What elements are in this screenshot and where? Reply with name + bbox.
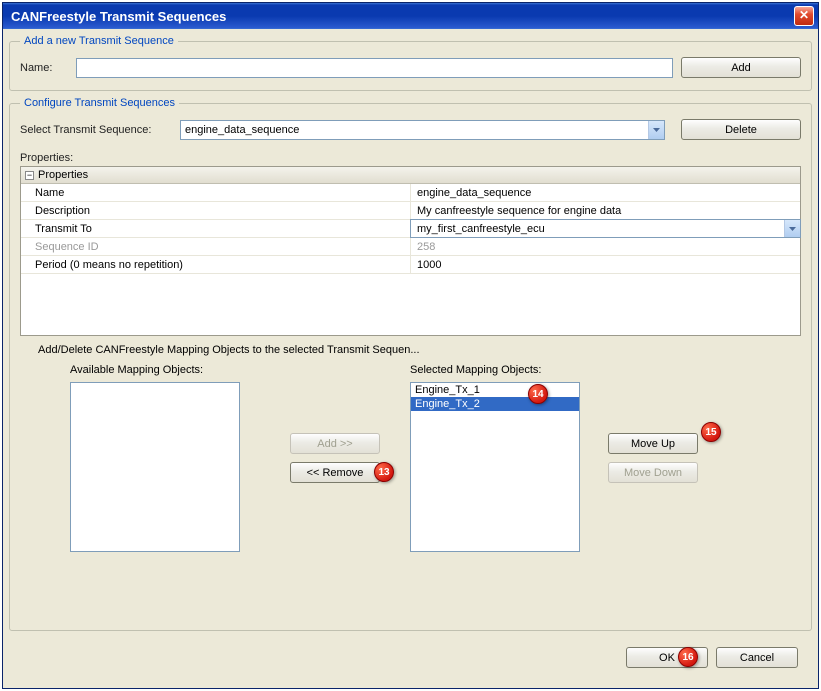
- property-row: Name: [21, 184, 800, 202]
- property-value-input[interactable]: [415, 221, 796, 236]
- list-item[interactable]: Engine_Tx_1: [411, 383, 579, 397]
- mapping-title: Add/Delete CANFreestyle Mapping Objects …: [38, 344, 801, 356]
- move-down-button[interactable]: Move Down: [608, 462, 698, 483]
- chevron-down-icon: [648, 121, 664, 139]
- delete-button[interactable]: Delete: [681, 119, 801, 140]
- move-up-button[interactable]: Move Up: [608, 433, 698, 454]
- mapping-area: Add/Delete CANFreestyle Mapping Objects …: [20, 340, 801, 552]
- property-value-cell[interactable]: [411, 256, 800, 273]
- property-row: Period (0 means no repetition): [21, 256, 800, 274]
- configure-legend: Configure Transmit Sequences: [20, 97, 179, 109]
- content-area: Add a new Transmit Sequence Name: Add Co…: [3, 29, 818, 688]
- add-button[interactable]: Add: [681, 57, 801, 78]
- select-sequence-value: engine_data_sequence: [181, 124, 648, 136]
- select-sequence-label: Select Transmit Sequence:: [20, 124, 172, 136]
- property-key: Description: [21, 202, 411, 219]
- property-row: Description: [21, 202, 800, 220]
- property-value-input[interactable]: [415, 185, 796, 200]
- property-row: Transmit To: [21, 220, 800, 238]
- remove-mapping-button[interactable]: << Remove: [290, 462, 380, 483]
- available-label: Available Mapping Objects:: [70, 364, 240, 376]
- collapse-icon[interactable]: −: [25, 171, 34, 180]
- callout-15: 15: [701, 422, 721, 442]
- property-row: Sequence ID: [21, 238, 800, 256]
- add-sequence-group: Add a new Transmit Sequence Name: Add: [9, 35, 812, 91]
- property-value-input[interactable]: [415, 203, 796, 218]
- dialog-footer: OK 16 Cancel: [9, 637, 812, 682]
- property-value-input[interactable]: [415, 257, 796, 272]
- property-value-cell[interactable]: [411, 184, 800, 201]
- select-sequence-dropdown[interactable]: engine_data_sequence: [180, 120, 665, 140]
- property-value-cell[interactable]: [411, 202, 800, 219]
- properties-grid: − Properties NameDescriptionTransmit ToS…: [20, 166, 801, 336]
- selected-column: Selected Mapping Objects: Engine_Tx_1Eng…: [410, 364, 580, 552]
- list-item[interactable]: Engine_Tx_2: [411, 397, 579, 411]
- window-title: CANFreestyle Transmit Sequences: [11, 9, 794, 24]
- property-value-cell: [411, 238, 800, 255]
- add-mapping-button[interactable]: Add >>: [290, 433, 380, 454]
- selected-label: Selected Mapping Objects:: [410, 364, 580, 376]
- available-listbox[interactable]: [70, 382, 240, 552]
- property-key: Period (0 means no repetition): [21, 256, 411, 273]
- property-value-input: [415, 239, 796, 254]
- selected-listbox[interactable]: Engine_Tx_1Engine_Tx_2: [410, 382, 580, 552]
- close-button[interactable]: ✕: [794, 6, 814, 26]
- available-column: Available Mapping Objects:: [70, 364, 240, 552]
- cancel-button[interactable]: Cancel: [716, 647, 798, 668]
- property-key: Transmit To: [21, 220, 411, 237]
- properties-rows: NameDescriptionTransmit ToSequence IDPer…: [21, 184, 800, 274]
- ok-button[interactable]: OK: [626, 647, 708, 668]
- property-key: Name: [21, 184, 411, 201]
- properties-header-label: Properties: [38, 169, 88, 181]
- properties-header[interactable]: − Properties: [21, 167, 800, 184]
- chevron-down-icon[interactable]: [784, 220, 800, 237]
- add-sequence-legend: Add a new Transmit Sequence: [20, 35, 178, 47]
- name-input[interactable]: [76, 58, 673, 78]
- property-key: Sequence ID: [21, 238, 411, 255]
- properties-empty-area: [21, 274, 800, 335]
- titlebar: CANFreestyle Transmit Sequences ✕: [3, 3, 818, 29]
- property-value-cell[interactable]: [410, 219, 801, 238]
- properties-label: Properties:: [20, 152, 801, 164]
- close-icon: ✕: [799, 8, 809, 22]
- dialog-window: CANFreestyle Transmit Sequences ✕ Add a …: [2, 2, 819, 689]
- name-label: Name:: [20, 62, 68, 74]
- configure-group: Configure Transmit Sequences Select Tran…: [9, 97, 812, 631]
